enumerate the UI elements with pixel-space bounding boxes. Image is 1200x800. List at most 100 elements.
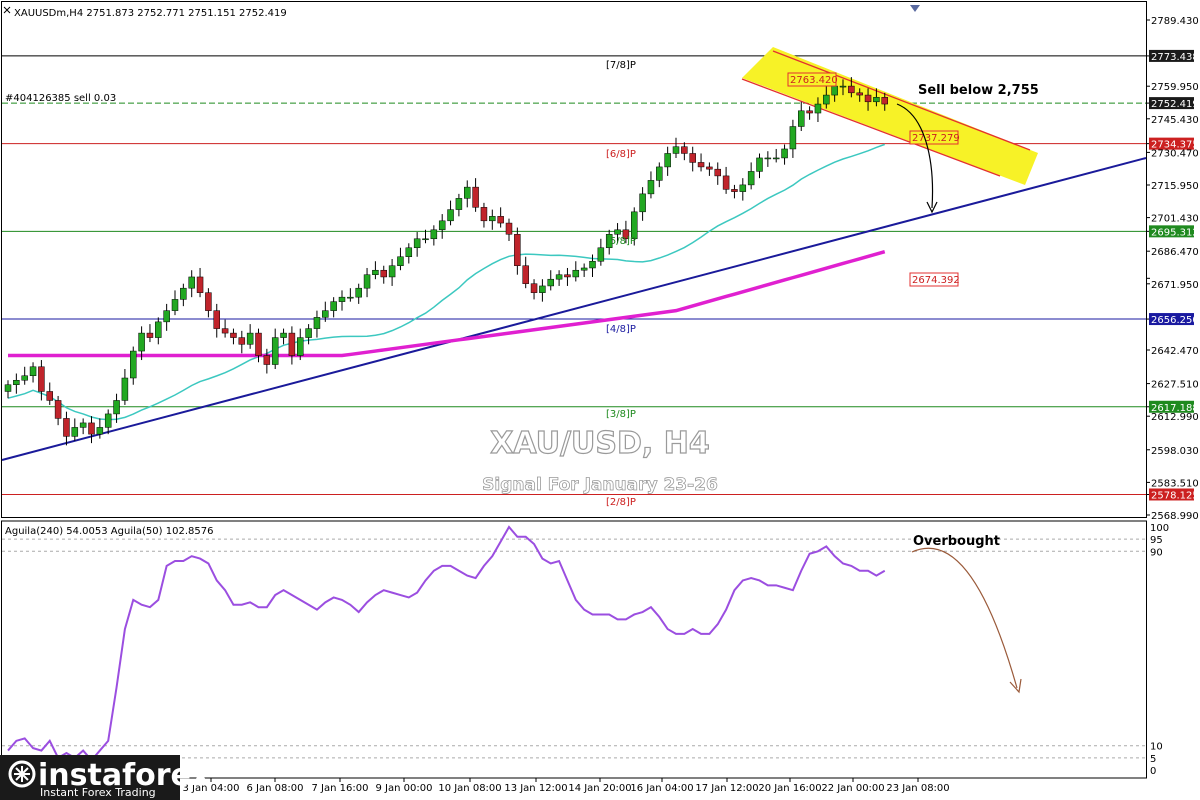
- candle-bear: [46, 391, 53, 401]
- price-tick-label: 2701.430: [1151, 214, 1199, 225]
- candle-bull: [756, 157, 763, 172]
- candle-bull: [489, 216, 496, 222]
- candle-bull: [814, 103, 822, 114]
- candle-bull: [580, 267, 588, 271]
- candle-bull: [121, 377, 129, 401]
- candle-bull: [155, 321, 162, 338]
- candle-bear: [731, 189, 738, 192]
- candle-bull: [96, 427, 104, 435]
- candle-bull: [330, 301, 337, 311]
- candle-bear: [522, 265, 529, 284]
- sell-note: Sell below 2,755: [918, 83, 1039, 98]
- date-tick-label: 17 Jan 12:00: [695, 783, 758, 794]
- candle-bear: [714, 168, 721, 177]
- candle-bull: [397, 256, 404, 266]
- price-tick-label: 2671.950: [1151, 280, 1199, 291]
- candle-bull: [21, 375, 28, 381]
- candle-bull: [747, 171, 755, 186]
- price-tick-label: 2730.470: [1151, 148, 1199, 159]
- candle-bull: [322, 310, 329, 318]
- candle-bear: [221, 328, 229, 334]
- candle-bear: [697, 162, 705, 168]
- candle-bull: [71, 427, 79, 437]
- candle-bull: [455, 198, 463, 210]
- candle-bull: [413, 238, 421, 249]
- candle-bear: [230, 332, 237, 338]
- candle-bull: [363, 274, 371, 289]
- candle-bull: [338, 296, 346, 302]
- candle-bear: [505, 222, 513, 235]
- candle-bull: [372, 269, 379, 275]
- candle-bear: [88, 422, 95, 435]
- date-tick-label: 22 Jan 00:00: [821, 783, 884, 794]
- candle-bull: [246, 332, 254, 345]
- candle-bear: [689, 153, 696, 163]
- candle-bull: [614, 229, 621, 235]
- candle-bear: [514, 234, 521, 266]
- candle-bull: [539, 285, 546, 293]
- candle-bull: [438, 220, 446, 231]
- murrey-label-78: [7/8]P: [606, 60, 636, 71]
- osc-tick-label: 90: [1150, 547, 1163, 558]
- candle-bear: [38, 366, 45, 392]
- candle-bull: [430, 229, 438, 240]
- date-tick-label: 23 Jan 08:00: [886, 783, 949, 794]
- logo-tagline: Instant Forex Trading: [40, 786, 156, 799]
- candle-bear: [806, 110, 813, 114]
- candle-bear: [472, 186, 479, 208]
- candle-bull: [347, 296, 354, 299]
- candle-bear: [480, 207, 488, 222]
- osc-tick-label: 95: [1150, 535, 1163, 546]
- order-label[interactable]: #404126385 sell 0.03: [5, 93, 116, 104]
- murrey-label-28: [2/8]P: [606, 497, 636, 508]
- candle-bear: [263, 355, 271, 365]
- candle-bull: [188, 276, 195, 289]
- candle-bull: [547, 278, 554, 287]
- candle-bear: [530, 283, 538, 293]
- candle-bull: [180, 287, 187, 300]
- candle-bear: [288, 332, 296, 356]
- osc-tick-label: 100: [1150, 523, 1169, 534]
- candle-bull: [104, 413, 112, 428]
- price-tag-label: 2656.250: [1151, 315, 1199, 326]
- murrey-label-58: [5/8]P: [606, 236, 636, 247]
- candle-bull: [647, 180, 655, 195]
- candle-bull: [639, 193, 646, 213]
- candle-bull: [297, 337, 304, 356]
- candle-bull: [355, 287, 362, 298]
- price-tick-label: 2642.470: [1151, 346, 1199, 357]
- candle-bear: [63, 418, 70, 437]
- candle-bear: [54, 400, 62, 419]
- watermark-title: XAU/USD, H4: [490, 426, 709, 461]
- price-tick-label: 2686.470: [1151, 247, 1199, 258]
- candle-bear: [564, 274, 571, 278]
- price-tick-label: 2759.950: [1151, 82, 1199, 93]
- instaforex-logo[interactable]: instaforex Instant Forex Trading: [0, 755, 210, 800]
- date-tick-label: 13 Jan 12:00: [504, 783, 567, 794]
- candle-bear: [681, 146, 688, 154]
- candle-bull: [464, 186, 471, 199]
- murrey-label-68: [6/8]P: [606, 149, 636, 160]
- price-tick-label: 2583.510: [1151, 478, 1199, 489]
- channel-high-text: 2763.420: [790, 75, 838, 86]
- candle-bull: [113, 400, 120, 415]
- candle-bull: [672, 146, 680, 154]
- candle-bull: [13, 379, 20, 385]
- date-tick-label: 9 Jan 00:00: [376, 783, 433, 794]
- candle-bear: [196, 276, 204, 293]
- candle-bear: [205, 292, 212, 311]
- candle-bull: [572, 269, 580, 278]
- candle-bear: [722, 175, 730, 190]
- candle-bull: [555, 274, 563, 280]
- candle-bull: [388, 265, 396, 278]
- price-tick-label: 2745.430: [1151, 115, 1199, 126]
- date-tick-label: 7 Jan 16:00: [312, 783, 369, 794]
- candle-bear: [255, 332, 262, 356]
- candle-bear: [706, 166, 713, 170]
- candle-bull: [79, 422, 87, 428]
- candle-bull: [739, 184, 747, 192]
- date-tick-label: 10 Jan 08:00: [438, 783, 501, 794]
- price-tick-label: 2715.950: [1151, 181, 1199, 192]
- price-tick-label: 2598.030: [1151, 446, 1199, 457]
- price-tag-label: 2773.438: [1151, 52, 1199, 63]
